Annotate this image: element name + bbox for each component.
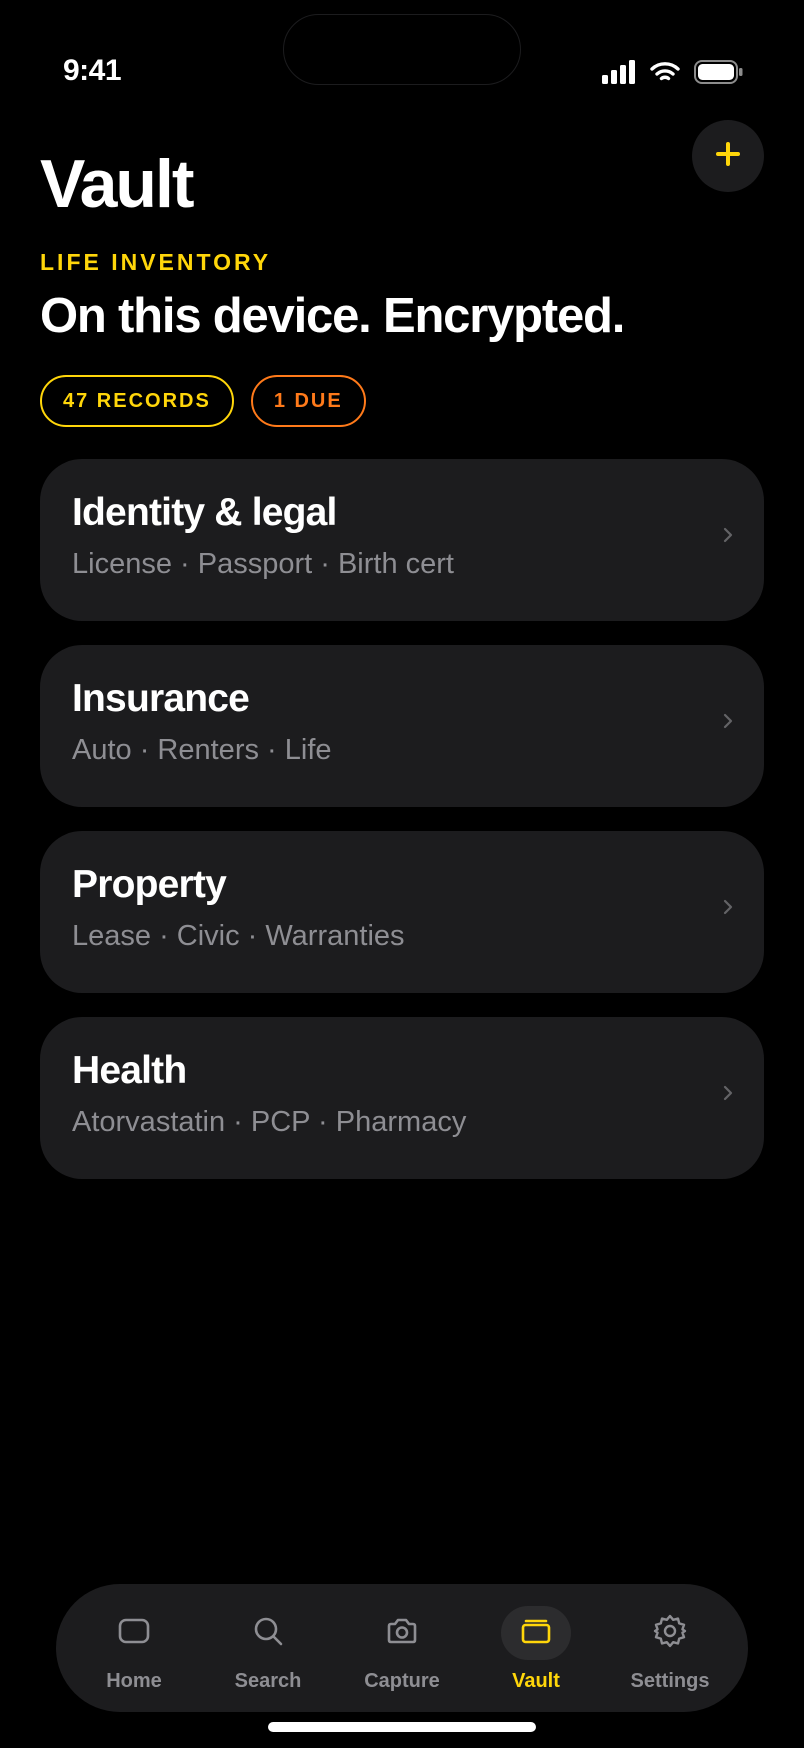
tab-search[interactable]: Search (208, 1584, 328, 1712)
tab-settings[interactable]: Settings (610, 1584, 730, 1712)
add-record-button[interactable] (692, 120, 764, 192)
category-title: Health (72, 1049, 187, 1092)
category-subtitle: Lease · Civic · Warranties (72, 919, 405, 952)
category-subtitle: Atorvastatin · PCP · Pharmacy (72, 1105, 467, 1138)
page-title: Vault (40, 146, 194, 222)
gear-icon (652, 1613, 688, 1654)
cellular-signal-icon (602, 60, 636, 84)
tab-bar: Home Search Capture Vault Settings (56, 1584, 748, 1712)
records-count-badge[interactable]: 47 RECORDS (40, 375, 234, 427)
section-eyebrow: LIFE INVENTORY (40, 249, 272, 275)
category-card-insurance[interactable]: Insurance Auto · Renters · Life (40, 645, 764, 807)
vault-icon (520, 1617, 552, 1650)
chevron-right-icon (722, 1083, 734, 1108)
battery-icon (694, 60, 744, 84)
page-headline: On this device. Encrypted. (40, 289, 625, 343)
tab-vault[interactable]: Vault (476, 1584, 596, 1712)
category-title: Insurance (72, 677, 250, 720)
camera-icon (386, 1617, 418, 1650)
tab-label: Search (234, 1670, 302, 1692)
wifi-icon (650, 61, 680, 83)
category-subtitle: License · Passport · Birth cert (72, 547, 454, 580)
search-icon (252, 1615, 284, 1652)
due-count-badge[interactable]: 1 DUE (250, 375, 366, 427)
category-card-identity-legal[interactable]: Identity & legal License · Passport · Bi… (40, 459, 764, 621)
tab-capture[interactable]: Capture (342, 1584, 462, 1712)
tab-label: Capture (364, 1670, 440, 1692)
category-list: Identity & legal License · Passport · Bi… (40, 459, 764, 1203)
category-title: Property (72, 863, 227, 906)
tab-home[interactable]: Home (74, 1584, 194, 1712)
tab-label: Settings (630, 1670, 710, 1692)
home-indicator[interactable] (268, 1722, 536, 1732)
category-card-property[interactable]: Property Lease · Civic · Warranties (40, 831, 764, 993)
chevron-right-icon (722, 711, 734, 736)
status-bar: 9:41 (0, 0, 804, 110)
chevron-right-icon (722, 525, 734, 550)
status-icons (602, 60, 744, 84)
tab-label: Vault (512, 1670, 560, 1692)
dynamic-island (283, 14, 521, 85)
status-time: 9:41 (63, 54, 122, 87)
category-title: Identity & legal (72, 491, 337, 534)
chevron-right-icon (722, 897, 734, 922)
category-card-health[interactable]: Health Atorvastatin · PCP · Pharmacy (40, 1017, 764, 1179)
category-subtitle: Auto · Renters · Life (72, 733, 332, 766)
plus-icon (715, 141, 741, 172)
home-icon (118, 1617, 150, 1650)
status-badges: 47 RECORDS 1 DUE (40, 375, 366, 427)
tab-label: Home (106, 1670, 162, 1692)
